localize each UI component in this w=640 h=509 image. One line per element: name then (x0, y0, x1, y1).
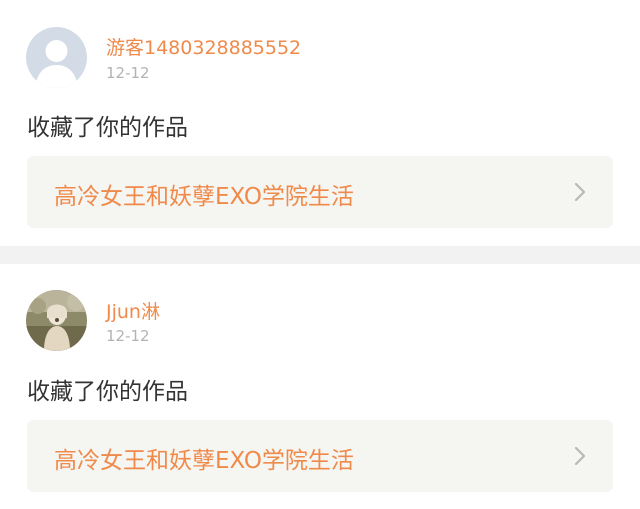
work-link[interactable]: 高冷女王和妖孽EXO学院生活 (27, 156, 613, 228)
avatar[interactable] (26, 290, 87, 351)
notification-item: Jjun淋 12-12 收藏了你的作品 高冷女王和妖孽EXO学院生活 (0, 264, 640, 509)
separator (0, 246, 640, 264)
work-title: 高冷女王和妖孽EXO学院生活 (54, 448, 354, 474)
default-user-avatar-icon (26, 27, 87, 88)
user-photo-avatar-icon (26, 290, 87, 351)
chevron-right-icon (574, 446, 586, 466)
notification-feed: 游客1480328885552 12-12 收藏了你的作品 高冷女王和妖孽EXO… (0, 0, 640, 509)
notification-item: 游客1480328885552 12-12 收藏了你的作品 高冷女王和妖孽EXO… (0, 0, 640, 246)
username[interactable]: Jjun淋 (106, 297, 160, 324)
username[interactable]: 游客1480328885552 (106, 33, 301, 60)
work-title: 高冷女王和妖孽EXO学院生活 (54, 184, 354, 210)
avatar[interactable] (26, 27, 87, 88)
timestamp: 12-12 (106, 64, 150, 82)
chevron-right-icon (574, 182, 586, 202)
action-text: 收藏了你的作品 (27, 379, 188, 405)
action-text: 收藏了你的作品 (27, 115, 188, 141)
timestamp: 12-12 (106, 327, 150, 345)
work-link[interactable]: 高冷女王和妖孽EXO学院生活 (27, 420, 613, 492)
